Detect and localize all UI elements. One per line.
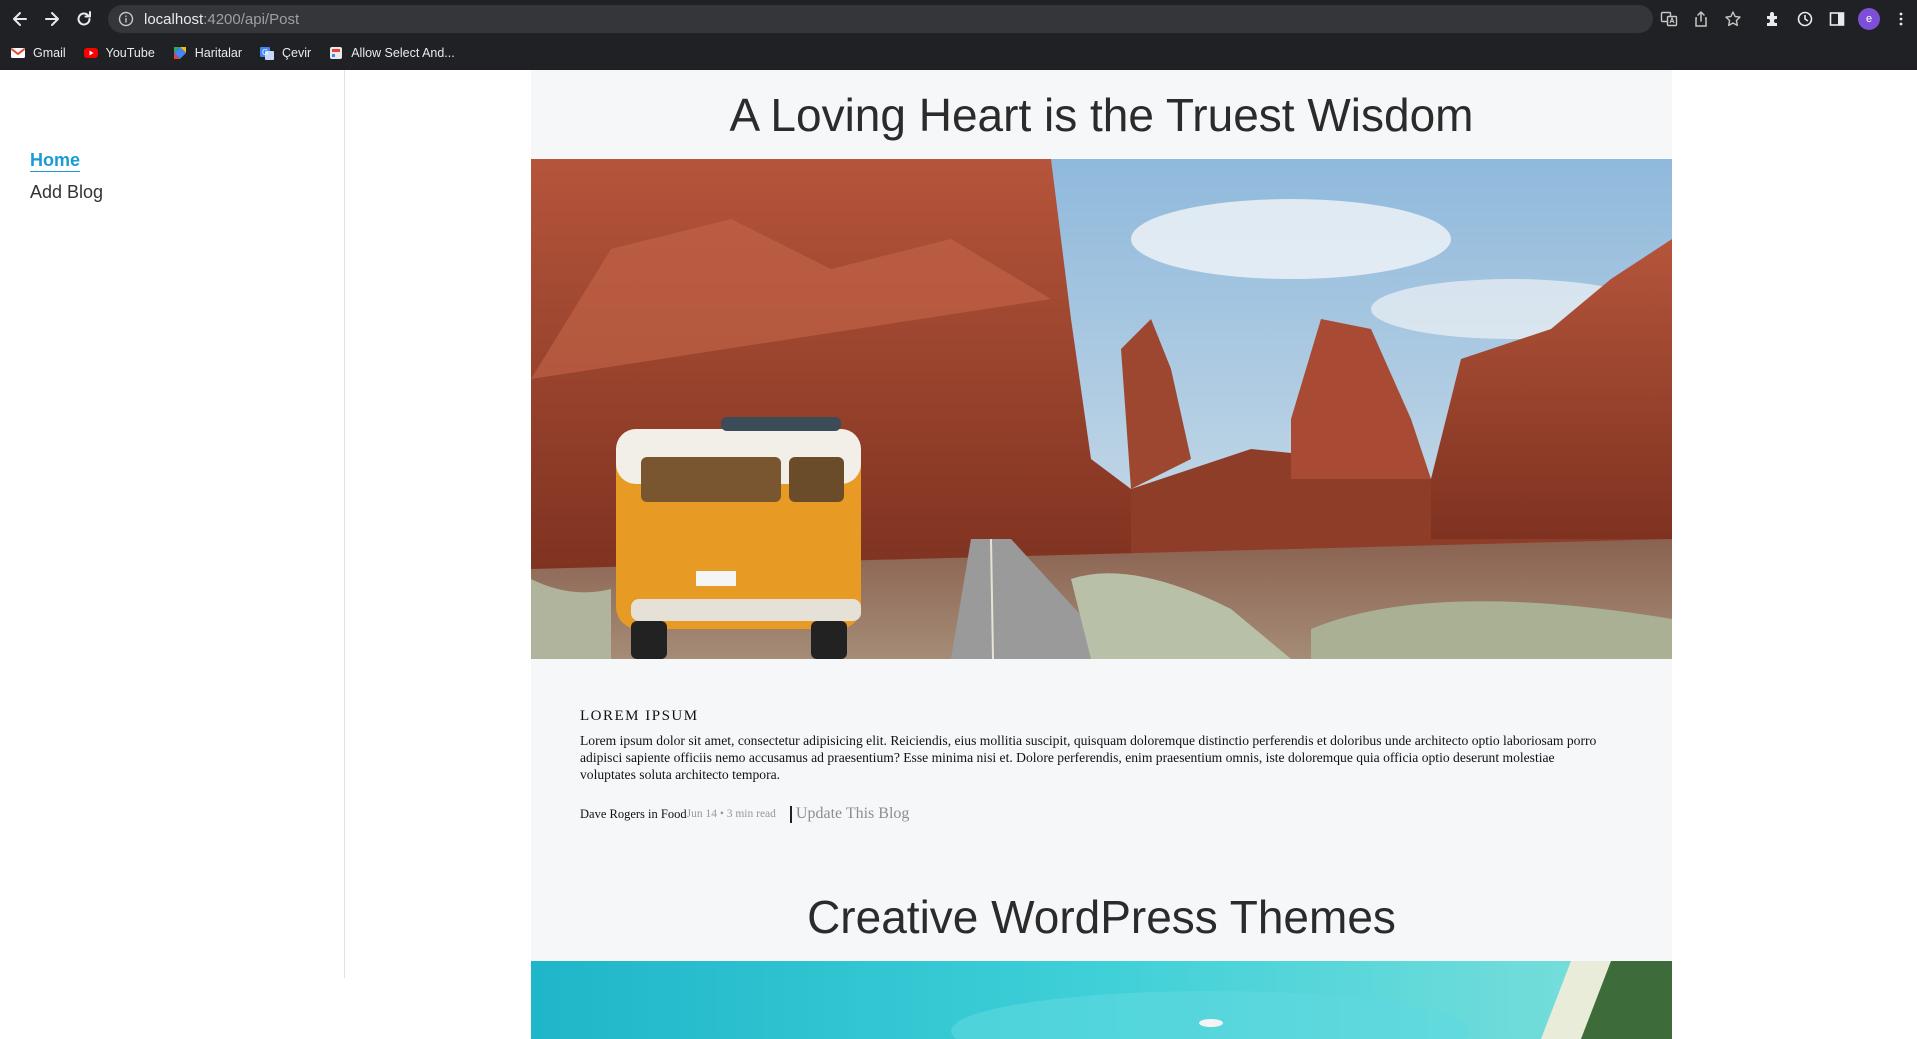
bookmark-label: Allow Select And...	[351, 46, 455, 60]
sidebar: Home Add Blog	[0, 70, 345, 978]
bookmark-label: Haritalar	[194, 46, 243, 60]
svg-text:G: G	[262, 48, 268, 57]
post-category: LOREM IPSUM	[580, 708, 699, 724]
url-path: :4200/api/Post	[203, 10, 300, 28]
bookmark-youtube[interactable]: YouTube	[83, 45, 155, 61]
aerial-beach-image	[531, 961, 1672, 1039]
gmail-icon	[10, 48, 26, 58]
translate-page-icon[interactable]	[1653, 3, 1685, 35]
desert-road-van-image	[531, 159, 1672, 659]
browser-toolbar: localhost:4200/api/Post e	[0, 0, 1917, 38]
post-meta: Dave Rogers in Food Jun 14 • 3 min read …	[580, 805, 909, 823]
post-title: Creative WordPress Themes	[807, 891, 1396, 943]
bookmark-label: Gmail	[33, 46, 66, 60]
reading-list-icon[interactable]	[1789, 3, 1821, 35]
bookmark-label: Çevir	[282, 46, 312, 60]
avatar: e	[1858, 8, 1880, 30]
translate-icon: G	[260, 47, 275, 60]
post-date: Jun 14 • 3 min read	[686, 808, 776, 820]
post-title: A Loving Heart is the Truest Wisdom	[729, 89, 1474, 141]
post-author: Dave Rogers in Food	[580, 806, 687, 821]
profile-avatar[interactable]: e	[1853, 3, 1885, 35]
side-panel-icon[interactable]	[1821, 3, 1853, 35]
forward-icon[interactable]	[36, 3, 68, 35]
maps-icon	[173, 47, 186, 59]
sidebar-item-home[interactable]: Home	[30, 150, 80, 171]
bookmark-label: YouTube	[105, 46, 155, 60]
browser-chrome: localhost:4200/api/Post e Gmail YouTube…	[0, 0, 1917, 70]
menu-kebab-icon[interactable]	[1885, 3, 1917, 35]
back-icon[interactable]	[4, 3, 36, 35]
extensions-icon[interactable]	[1757, 3, 1789, 35]
sidebar-item-add-blog[interactable]: Add Blog	[30, 182, 103, 203]
bookmark-translate[interactable]: G Çevir	[259, 45, 311, 61]
bookmark-gmail[interactable]: Gmail	[10, 45, 66, 61]
reload-icon[interactable]	[68, 3, 100, 35]
update-blog-link[interactable]: Update This Blog	[796, 805, 909, 823]
youtube-icon	[83, 48, 98, 58]
toolbar-actions: e	[1653, 0, 1917, 38]
extension-icon	[330, 47, 343, 59]
bookmark-allow-select[interactable]: Allow Select And...	[328, 45, 455, 61]
share-icon[interactable]	[1685, 3, 1717, 35]
bookmark-star-icon[interactable]	[1717, 3, 1749, 35]
meta-divider	[789, 805, 792, 823]
blog-post-list: A Loving Heart is the Truest Wisdom LORE…	[531, 70, 1672, 1039]
bookmarks-bar: Gmail YouTube Haritalar G Çevir Allow Se…	[0, 40, 472, 66]
url-host: localhost	[144, 10, 204, 28]
address-bar[interactable]: localhost:4200/api/Post	[108, 5, 1653, 33]
bookmark-maps[interactable]: Haritalar	[172, 45, 242, 61]
post-excerpt: Lorem ipsum dolor sit amet, consectetur …	[580, 733, 1597, 782]
info-icon[interactable]	[118, 11, 134, 27]
